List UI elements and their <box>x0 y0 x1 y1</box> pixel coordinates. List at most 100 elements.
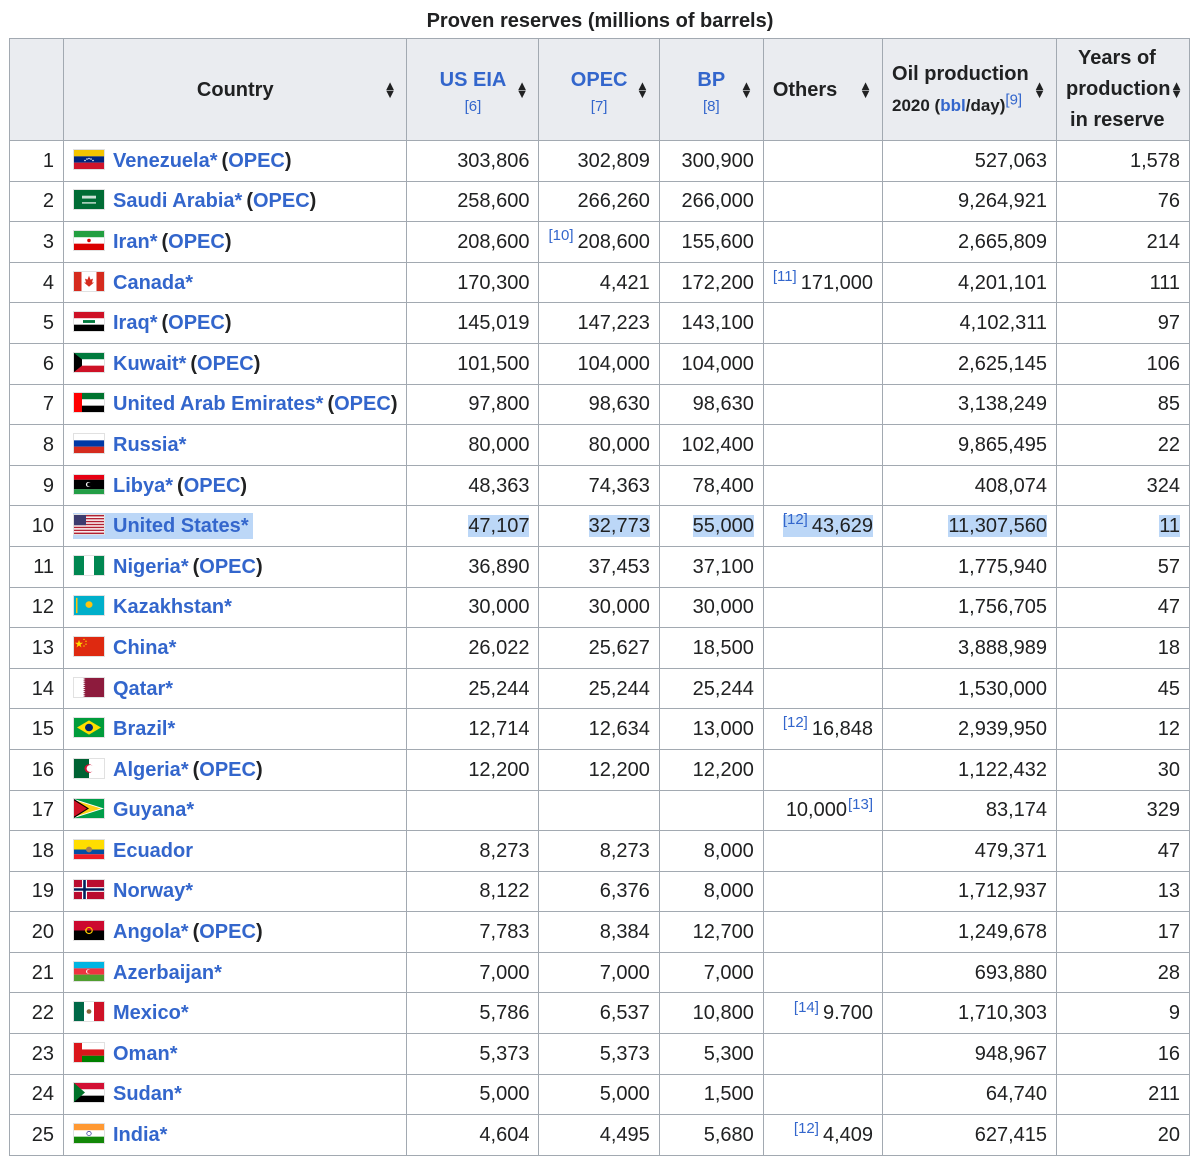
reference-link[interactable]: [11] <box>773 268 797 285</box>
table-row: 21 Azerbaijan* 7,000 7,000 7,000 693,880 28 <box>9 951 1191 994</box>
footnote-star[interactable]: * <box>186 799 194 821</box>
footnote-star[interactable]: * <box>241 515 249 537</box>
country-link[interactable]: Mexico <box>113 1002 181 1024</box>
opec-link[interactable]: OPEC <box>199 921 256 943</box>
sort-icon[interactable]: ▲ ▼ <box>384 79 397 100</box>
bp-link[interactable]: BP <box>697 69 725 91</box>
rank-cell: 5 <box>9 302 64 344</box>
years-header[interactable]: Years of production in reserve ▲ ▼ <box>1056 38 1191 141</box>
opec-link[interactable]: OPEC <box>197 353 254 375</box>
footnote-star[interactable]: * <box>174 1083 182 1105</box>
footnote-star[interactable]: * <box>181 921 189 943</box>
others-header[interactable]: Others ▲ ▼ <box>762 38 884 141</box>
opec-link[interactable]: OPEC <box>253 190 310 212</box>
opec-link[interactable]: OPEC <box>168 312 225 334</box>
production-header[interactable]: Oil production 2020 (bbl/day)[9] ▲ ▼ <box>882 38 1058 141</box>
country-link[interactable]: Sudan <box>113 1083 174 1105</box>
footnote-star[interactable]: * <box>165 678 173 700</box>
sort-icon[interactable]: ▲ ▼ <box>1033 79 1046 100</box>
country-link[interactable]: United Arab Emirates <box>113 393 316 415</box>
sort-icon[interactable]: ▲ ▼ <box>1170 79 1183 100</box>
country-link[interactable]: Azerbaijan <box>113 962 214 984</box>
sort-icon[interactable]: ▲ ▼ <box>636 79 649 100</box>
us-eia-header[interactable]: US EIA [6] ▲ ▼ <box>406 38 540 141</box>
reference-link[interactable]: [12] <box>794 1120 819 1137</box>
country-link[interactable]: Algeria <box>113 759 181 781</box>
footnote-star[interactable]: * <box>316 393 324 415</box>
country-link[interactable]: Iran <box>113 231 150 253</box>
opec-link[interactable]: OPEC <box>184 475 241 497</box>
country-link[interactable]: India <box>113 1124 160 1146</box>
footnote-star[interactable]: * <box>160 1124 168 1146</box>
country-link[interactable]: Saudi Arabia <box>113 190 235 212</box>
country-link[interactable]: Ecuador <box>113 840 193 862</box>
footnote-star[interactable]: * <box>179 353 187 375</box>
country-link[interactable]: China <box>113 637 169 659</box>
footnote-star[interactable]: * <box>150 312 158 334</box>
opec-ref[interactable]: [7] <box>591 98 608 115</box>
country-link[interactable]: Kuwait <box>113 353 179 375</box>
footnote-star[interactable]: * <box>210 150 218 172</box>
others-cell <box>762 830 884 872</box>
table-row: 18 Ecuador 8,273 8,273 8,000 479,371 47 <box>9 830 1191 872</box>
reference-link[interactable]: [12] <box>783 511 808 528</box>
footnote-star[interactable]: * <box>170 1043 178 1065</box>
sort-icon[interactable]: ▲ ▼ <box>516 79 529 100</box>
bbl-link[interactable]: bbl <box>940 96 966 115</box>
country-link[interactable]: Norway <box>113 880 185 902</box>
reference-link[interactable]: [10] <box>548 227 573 244</box>
production-cell: 2,625,145 <box>882 342 1058 385</box>
country-link[interactable]: Qatar <box>113 678 165 700</box>
country-link[interactable]: Angola <box>113 921 181 943</box>
us-eia-ref[interactable]: [6] <box>465 98 482 115</box>
us-eia-cell: 7,000 <box>406 951 540 994</box>
country-link[interactable]: Nigeria <box>113 556 181 578</box>
production-cell: 1,249,678 <box>882 911 1058 953</box>
country-link[interactable]: United States <box>113 515 241 537</box>
production-cell: 479,371 <box>882 830 1058 872</box>
opec-link[interactable]: OPEC <box>228 150 285 172</box>
oman-flag-icon <box>73 1041 105 1063</box>
footnote-star[interactable]: * <box>214 962 222 984</box>
footnote-star[interactable]: * <box>179 434 187 456</box>
reference-link[interactable]: [13] <box>848 796 873 813</box>
footnote-star[interactable]: * <box>181 556 189 578</box>
sort-icon[interactable]: ▲ ▼ <box>740 79 753 100</box>
country-link[interactable]: Libya <box>113 475 165 497</box>
country-link[interactable]: Russia <box>113 434 179 456</box>
country-link[interactable]: Iraq <box>113 312 150 334</box>
footnote-star[interactable]: * <box>185 272 193 294</box>
opec-link[interactable]: OPEC <box>199 556 256 578</box>
country-header[interactable]: Country ▲ ▼ <box>62 38 408 141</box>
us-eia-link[interactable]: US EIA <box>440 69 507 91</box>
footnote-star[interactable]: * <box>235 190 243 212</box>
opec-link[interactable]: OPEC <box>199 759 256 781</box>
opec-link[interactable]: OPEC <box>571 69 628 91</box>
sort-icon[interactable]: ▲ ▼ <box>859 79 872 100</box>
footnote-star[interactable]: * <box>224 596 232 618</box>
reference-link[interactable]: [14] <box>794 999 819 1016</box>
opec-header[interactable]: OPEC [7] ▲ ▼ <box>538 38 660 141</box>
reference-link[interactable]: [12] <box>783 714 808 731</box>
footnote-star[interactable]: * <box>167 718 175 740</box>
footnote-star[interactable]: * <box>165 475 173 497</box>
footnote-star[interactable]: * <box>181 1002 189 1024</box>
footnote-star[interactable]: * <box>150 231 158 253</box>
opec-link[interactable]: OPEC <box>334 393 391 415</box>
bp-ref[interactable]: [8] <box>703 98 720 115</box>
years-cell: 214 <box>1056 221 1191 263</box>
bp-cell: 172,200 <box>658 261 764 304</box>
country-link[interactable]: Oman <box>113 1043 170 1065</box>
footnote-star[interactable]: * <box>169 637 177 659</box>
production-ref[interactable]: [9] <box>1005 91 1022 108</box>
country-link[interactable]: Canada <box>113 272 185 294</box>
country-link[interactable]: Kazakhstan <box>113 596 224 618</box>
country-link[interactable]: Venezuela <box>113 150 210 172</box>
opec-link[interactable]: OPEC <box>168 231 225 253</box>
country-link[interactable]: Guyana <box>113 799 186 821</box>
opec-cell: [10] 208,600 <box>538 221 660 263</box>
bp-header[interactable]: BP [8] ▲ ▼ <box>658 38 764 141</box>
footnote-star[interactable]: * <box>181 759 189 781</box>
country-link[interactable]: Brazil <box>113 718 167 740</box>
footnote-star[interactable]: * <box>185 880 193 902</box>
